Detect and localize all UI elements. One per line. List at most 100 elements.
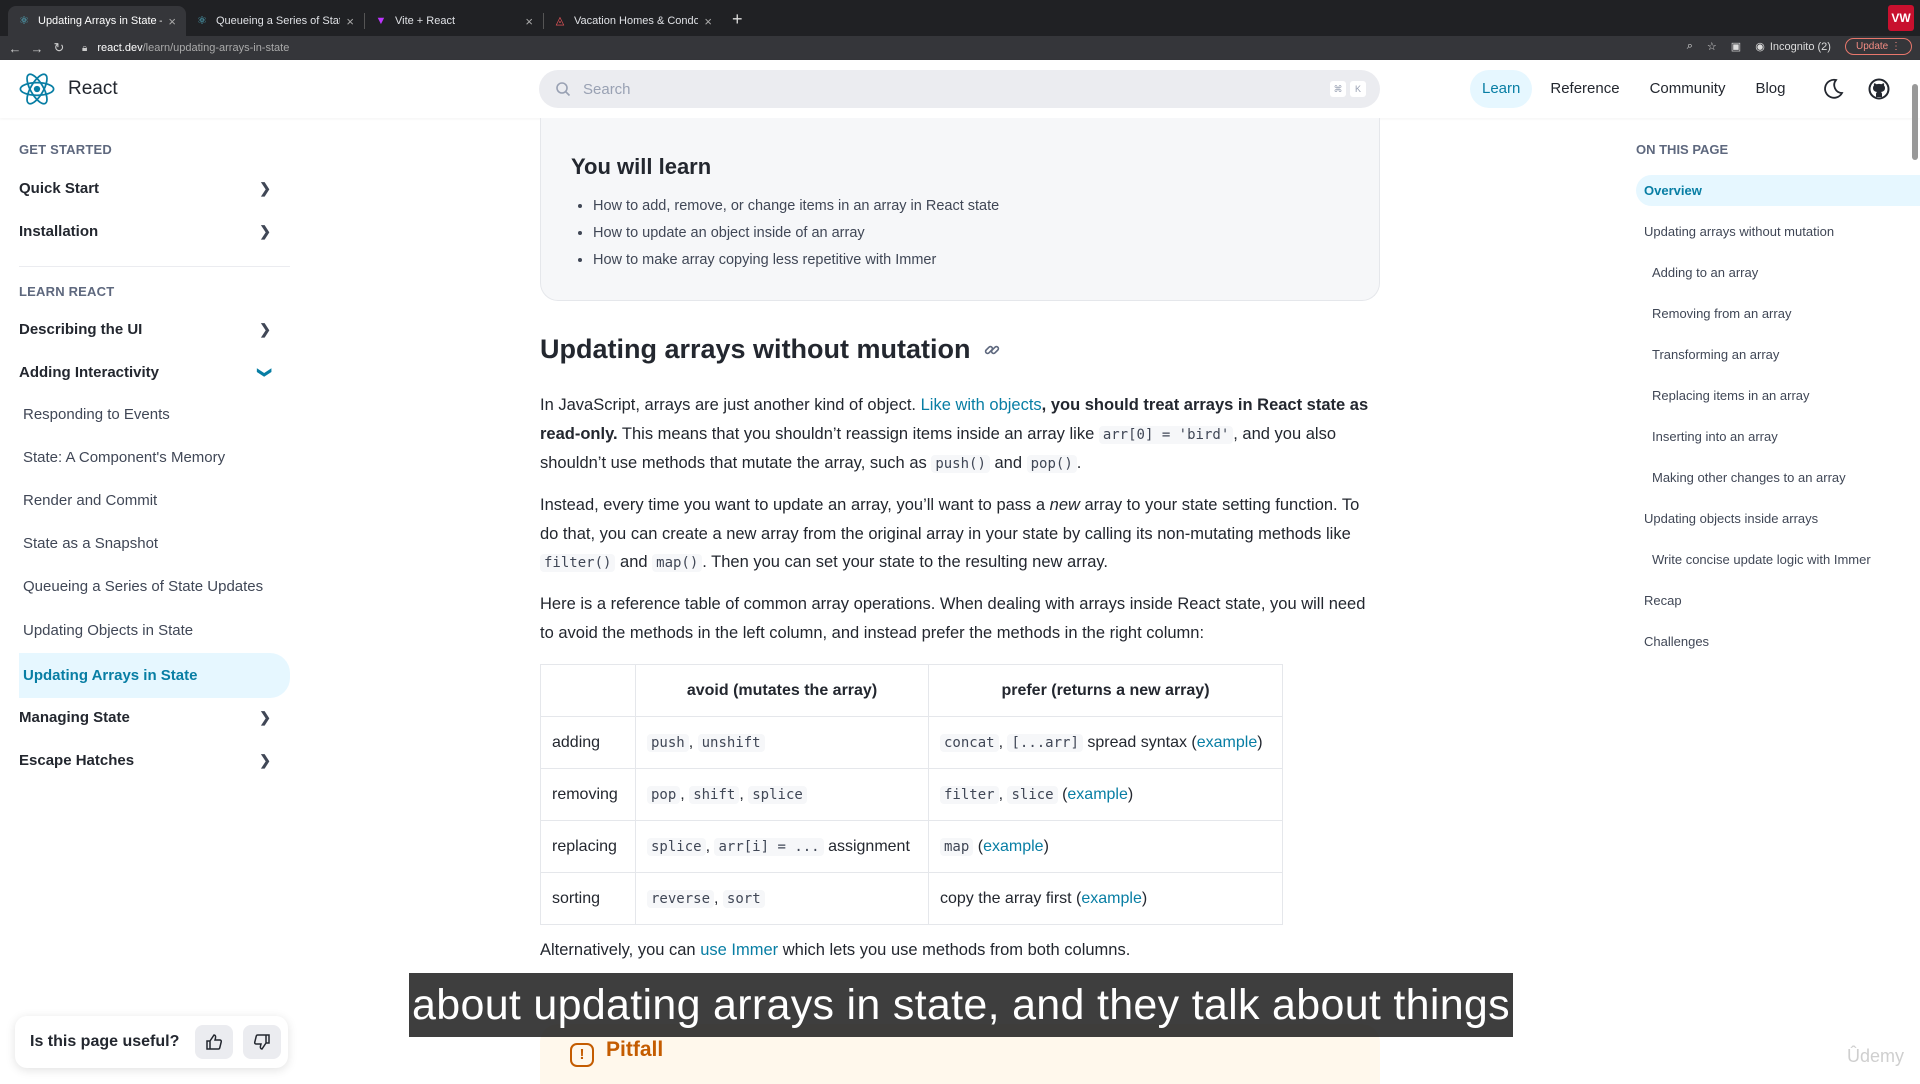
sidebar-item-installation[interactable]: Installation ❯ bbox=[19, 223, 281, 240]
toc-item[interactable]: Updating objects inside arrays bbox=[1636, 503, 1920, 534]
sidebar-item-state-snapshot[interactable]: State as a Snapshot bbox=[19, 524, 290, 564]
chevron-right-icon: ❯ bbox=[259, 223, 271, 239]
close-tab-icon[interactable]: × bbox=[525, 14, 533, 29]
sidebar-item-quick-start[interactable]: Quick Start ❯ bbox=[19, 180, 281, 197]
table-cell-prefer: copy the array first (example) bbox=[928, 872, 1283, 925]
link-anchor-icon[interactable] bbox=[983, 341, 1001, 359]
table-cell-prefer: map (example) bbox=[928, 820, 1283, 873]
nav-link-reference[interactable]: Reference bbox=[1538, 70, 1631, 108]
incognito-indicator[interactable]: ◉ Incognito (2) bbox=[1755, 40, 1831, 54]
nav-link-community[interactable]: Community bbox=[1638, 70, 1738, 108]
inline-code: unshift bbox=[697, 733, 765, 752]
sidebar-item-describing-ui[interactable]: Describing the UI ❯ bbox=[19, 321, 281, 338]
sidebar-item-updating-arrays[interactable]: Updating Arrays in State bbox=[19, 653, 290, 698]
reload-icon[interactable]: ↻ bbox=[48, 40, 70, 56]
close-tab-icon[interactable]: × bbox=[168, 14, 176, 29]
example-link[interactable]: example bbox=[1197, 734, 1257, 751]
table-cell-operation: sorting bbox=[540, 872, 636, 925]
close-tab-icon[interactable]: × bbox=[346, 14, 354, 29]
sidebar-item-label: Quick Start bbox=[19, 180, 100, 197]
sidebar-item-queueing-updates[interactable]: Queueing a Series of State Updates bbox=[19, 567, 290, 607]
sidebar-item-responding-to-events[interactable]: Responding to Events bbox=[19, 395, 290, 435]
table-header-row: avoid (mutates the array) prefer (return… bbox=[540, 664, 1283, 717]
lock-icon: 🔒︎ bbox=[82, 42, 88, 54]
react-logo-icon bbox=[19, 73, 55, 105]
list-item: How to update an object inside of an arr… bbox=[593, 220, 999, 247]
table-cell-avoid: pop, shift, splice bbox=[635, 768, 929, 821]
back-icon[interactable]: ← bbox=[4, 41, 26, 56]
toc-item[interactable]: Overview bbox=[1636, 175, 1920, 206]
text: assignment bbox=[823, 837, 910, 855]
browser-tab[interactable]: ⚛ Updating Arrays in State – React × bbox=[8, 6, 186, 36]
use-immer-link[interactable]: use Immer bbox=[700, 941, 778, 959]
search-input[interactable]: Search ⌘ K bbox=[539, 70, 1380, 108]
chevron-right-icon: ❯ bbox=[259, 709, 271, 725]
toc-item[interactable]: Making other changes to an array bbox=[1636, 462, 1920, 493]
update-button[interactable]: Update ⋮ bbox=[1844, 38, 1912, 55]
search-placeholder: Search bbox=[583, 80, 631, 98]
table-cell-avoid: splice, arr[i] = ... assignment bbox=[635, 820, 929, 873]
toc-item[interactable]: Removing from an array bbox=[1636, 298, 1920, 329]
nav-link-blog[interactable]: Blog bbox=[1743, 70, 1797, 108]
toc-item[interactable]: Recap bbox=[1636, 585, 1920, 616]
toc-item[interactable]: Challenges bbox=[1636, 626, 1920, 657]
sidebar-item-escape-hatches[interactable]: Escape Hatches ❯ bbox=[19, 752, 281, 769]
search-shortcut-cmd: ⌘ bbox=[1330, 81, 1346, 97]
page-scrollbar[interactable] bbox=[1912, 84, 1918, 160]
table-cell-prefer: concat, [...arr] spread syntax (example) bbox=[928, 716, 1283, 769]
sidebar-item-adding-interactivity[interactable]: Adding Interactivity ❯ bbox=[19, 364, 281, 381]
inline-code: concat bbox=[940, 733, 999, 752]
incognito-label: Incognito (2) bbox=[1769, 40, 1831, 53]
toc-item[interactable]: Adding to an array bbox=[1636, 257, 1920, 288]
sidebar-item-managing-state[interactable]: Managing State ❯ bbox=[19, 709, 281, 726]
inline-code: push bbox=[647, 733, 689, 752]
example-link[interactable]: example bbox=[1081, 890, 1141, 907]
article-content: You will learn How to add, remove, or ch… bbox=[540, 118, 1380, 1084]
tab-title: Queueing a Series of State Updates bbox=[216, 15, 340, 27]
pitfall-title: Pitfall bbox=[606, 1038, 664, 1061]
thumbs-up-button[interactable] bbox=[195, 1025, 234, 1059]
browser-tab[interactable]: ▼ Vite + React × bbox=[365, 6, 543, 36]
thumbs-up-icon bbox=[206, 1034, 223, 1050]
toc-item[interactable]: Inserting into an array bbox=[1636, 421, 1920, 452]
inline-code: pop bbox=[647, 785, 681, 804]
toc-item[interactable]: Write concise update logic with Immer bbox=[1636, 544, 1920, 575]
text: ( bbox=[1057, 785, 1068, 803]
example-link[interactable]: example bbox=[1067, 786, 1127, 803]
sidebar-item-updating-objects[interactable]: Updating Objects in State bbox=[19, 611, 290, 651]
sidebar-item-state-memory[interactable]: State: A Component's Memory bbox=[19, 438, 290, 478]
feedback-widget: Is this page useful? bbox=[15, 1016, 288, 1068]
browser-tab[interactable]: ◬ Vacation Homes & Condo Rentals × bbox=[544, 6, 722, 36]
sidebar-item-render-commit[interactable]: Render and Commit bbox=[19, 481, 290, 521]
you-will-learn-title: You will learn bbox=[571, 154, 712, 179]
you-will-learn-box: You will learn How to add, remove, or ch… bbox=[540, 118, 1380, 301]
like-with-objects-link[interactable]: Like with objects bbox=[921, 396, 1042, 414]
sidebar-item-label: Installation bbox=[19, 223, 99, 240]
text: spread syntax ( bbox=[1082, 733, 1197, 751]
toc-item[interactable]: Replacing items in an array bbox=[1636, 380, 1920, 411]
dark-mode-moon-icon[interactable] bbox=[1822, 78, 1844, 100]
zoom-icon[interactable]: ⌕ bbox=[1687, 40, 1693, 53]
nav-link-learn[interactable]: Learn bbox=[1470, 70, 1533, 108]
you-will-learn-list: How to add, remove, or change items in a… bbox=[593, 193, 999, 274]
text: This means that you shouldn’t reassign i… bbox=[617, 424, 1099, 443]
thumbs-down-icon bbox=[254, 1034, 271, 1050]
close-tab-icon[interactable]: × bbox=[704, 14, 712, 29]
side-panel-icon[interactable]: ▣ bbox=[1731, 40, 1741, 53]
forward-icon[interactable]: → bbox=[26, 41, 48, 56]
bookmark-star-icon[interactable]: ☆ bbox=[1707, 40, 1717, 53]
example-link[interactable]: example bbox=[983, 838, 1043, 855]
site-logo[interactable]: React bbox=[18, 70, 118, 108]
profile-badge[interactable]: VW bbox=[1888, 5, 1914, 31]
section-heading-text: Updating arrays without mutation bbox=[540, 334, 971, 364]
inline-code: splice bbox=[647, 837, 706, 856]
table-cell-operation: removing bbox=[540, 768, 636, 821]
new-tab-icon[interactable]: + bbox=[732, 9, 743, 30]
github-icon[interactable] bbox=[1868, 78, 1890, 100]
url-field[interactable]: react.dev/learn/updating-arrays-in-state bbox=[97, 42, 289, 54]
browser-tab[interactable]: ⚛ Queueing a Series of State Updates × bbox=[186, 6, 364, 36]
thumbs-down-button[interactable] bbox=[243, 1025, 282, 1059]
toc-item[interactable]: Updating arrays without mutation bbox=[1636, 216, 1920, 247]
table-row: replacing splice, arr[i] = ... assignment… bbox=[540, 820, 1283, 873]
toc-item[interactable]: Transforming an array bbox=[1636, 339, 1920, 370]
